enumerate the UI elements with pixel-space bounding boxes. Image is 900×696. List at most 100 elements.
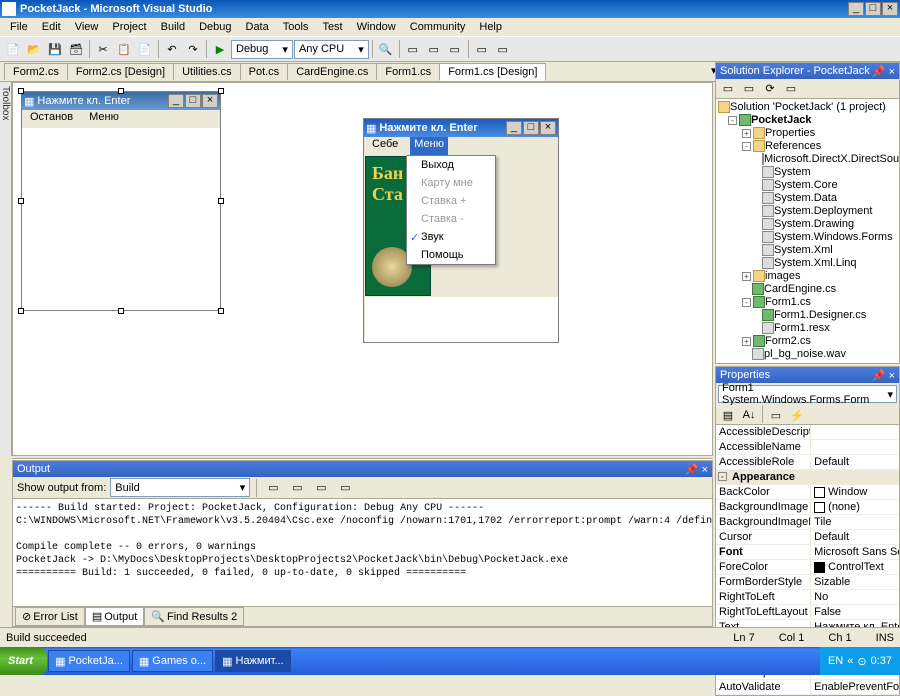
open-button[interactable]: 📂 bbox=[24, 39, 44, 59]
images-node[interactable]: +images bbox=[718, 270, 897, 283]
menu-data[interactable]: Data bbox=[240, 20, 275, 34]
form1-client[interactable] bbox=[22, 128, 220, 310]
restore-button[interactable]: □ bbox=[865, 2, 881, 16]
ref-item[interactable]: System.Windows.Forms bbox=[718, 231, 897, 244]
output-btn-4[interactable]: ▭ bbox=[335, 478, 355, 498]
tb-btn-1[interactable]: ▭ bbox=[403, 39, 423, 59]
platform-dropdown[interactable]: Any CPU▾ bbox=[294, 40, 369, 59]
ref-item[interactable]: System bbox=[718, 166, 897, 179]
tab-form1-design[interactable]: Form1.cs [Design] bbox=[439, 63, 546, 81]
popup-card[interactable]: Карту мне bbox=[407, 174, 495, 192]
menu-debug[interactable]: Debug bbox=[193, 20, 237, 34]
form1-menustrip[interactable]: Останов Меню bbox=[22, 110, 220, 128]
collapse-icon[interactable]: - bbox=[718, 472, 727, 481]
expand-icon[interactable]: + bbox=[742, 337, 751, 346]
references-node[interactable]: -References bbox=[718, 140, 897, 153]
resize-handle[interactable] bbox=[218, 88, 224, 94]
popup-exit[interactable]: Выход bbox=[407, 156, 495, 174]
prop-row[interactable]: BackgroundImageLTile bbox=[716, 515, 899, 530]
form1-menu-ostanov[interactable]: Останов bbox=[26, 110, 77, 128]
config-dropdown[interactable]: Debug▾ bbox=[231, 40, 293, 59]
designer-surface[interactable]: ▦ Нажмите кл. Enter _ □ × Останов Меню ▦ bbox=[12, 82, 713, 456]
output-text[interactable]: ------ Build started: Project: PocketJac… bbox=[13, 499, 712, 606]
prop-row[interactable]: BackColorWindow bbox=[716, 485, 899, 500]
prop-row[interactable]: FontMicrosoft Sans Serif; bbox=[716, 545, 899, 560]
menu-project[interactable]: Project bbox=[106, 20, 152, 34]
toolbox-panel[interactable]: Toolbox bbox=[0, 82, 12, 456]
sol-refresh-button[interactable]: ⟳ bbox=[760, 79, 780, 99]
prop-row[interactable]: RightToLeftLayoutFalse bbox=[716, 605, 899, 620]
copy-button[interactable]: 📋 bbox=[114, 39, 134, 59]
prop-category-appearance[interactable]: -Appearance bbox=[716, 470, 899, 485]
collapse-icon[interactable]: - bbox=[728, 116, 737, 125]
tray-icon[interactable]: « bbox=[847, 655, 853, 667]
menu-view[interactable]: View bbox=[69, 20, 105, 34]
tb-btn-3[interactable]: ▭ bbox=[445, 39, 465, 59]
file-form1-resx[interactable]: Form1.resx bbox=[718, 322, 897, 335]
taskbar-item[interactable]: ▦PocketJa... bbox=[48, 650, 130, 672]
resize-handle[interactable] bbox=[218, 308, 224, 314]
pin-icon[interactable]: 📌 × bbox=[872, 369, 895, 382]
undo-button[interactable]: ↶ bbox=[162, 39, 182, 59]
solution-root[interactable]: Solution 'PocketJack' (1 project) bbox=[718, 101, 897, 114]
find-button[interactable]: 🔍 bbox=[376, 39, 396, 59]
properties-object-dropdown[interactable]: Form1 System.Windows.Forms.Form▾ bbox=[718, 385, 897, 403]
tab-pot[interactable]: Pot.cs bbox=[240, 63, 289, 80]
collapse-icon[interactable]: - bbox=[742, 142, 751, 151]
tb-btn-5[interactable]: ▭ bbox=[493, 39, 513, 59]
prop-row[interactable]: AccessibleDescript bbox=[716, 425, 899, 440]
popup-bet-minus[interactable]: Ставка - bbox=[407, 210, 495, 228]
prop-row[interactable]: AutoValidateEnablePreventFocus( bbox=[716, 680, 899, 695]
prop-row[interactable]: RightToLeftNo bbox=[716, 590, 899, 605]
prop-row[interactable]: AccessibleRoleDefault bbox=[716, 455, 899, 470]
resize-handle[interactable] bbox=[118, 88, 124, 94]
tray-icon-2[interactable]: ⊙ bbox=[857, 655, 866, 668]
prop-row[interactable]: ForeColorControlText bbox=[716, 560, 899, 575]
tab-form1-cs[interactable]: Form1.cs bbox=[376, 63, 440, 80]
form2-menu-sebe[interactable]: Себе bbox=[368, 137, 402, 155]
file-cardengine[interactable]: CardEngine.cs bbox=[718, 283, 897, 296]
resize-handle[interactable] bbox=[18, 88, 24, 94]
tab-output[interactable]: ▤Output bbox=[85, 607, 144, 626]
tab-utilities[interactable]: Utilities.cs bbox=[173, 63, 241, 80]
tab-form2-cs[interactable]: Form2.cs bbox=[4, 63, 68, 80]
resize-handle[interactable] bbox=[18, 198, 24, 204]
design-form-1[interactable]: ▦ Нажмите кл. Enter _ □ × Останов Меню bbox=[21, 91, 221, 311]
project-node[interactable]: -PocketJack bbox=[718, 114, 897, 127]
file-form1[interactable]: -Form1.cs bbox=[718, 296, 897, 309]
ref-item[interactable]: Microsoft.DirectX.DirectSound bbox=[718, 153, 897, 166]
sol-btn-4[interactable]: ▭ bbox=[781, 79, 801, 99]
design-form-2[interactable]: ▦ Нажмите кл. Enter _ □ × Себе Меню Бан … bbox=[363, 118, 559, 343]
taskbar-item[interactable]: ▦Games o... bbox=[132, 650, 213, 672]
save-button[interactable]: 💾 bbox=[45, 39, 65, 59]
prop-row[interactable]: CursorDefault bbox=[716, 530, 899, 545]
popup-bet-plus[interactable]: Ставка + bbox=[407, 192, 495, 210]
resize-handle[interactable] bbox=[118, 308, 124, 314]
menu-test[interactable]: Test bbox=[316, 20, 348, 34]
output-source-dropdown[interactable]: Build▾ bbox=[110, 478, 250, 497]
file-wav[interactable]: pl_bg_noise.wav bbox=[718, 348, 897, 361]
ref-item[interactable]: System.Xml bbox=[718, 244, 897, 257]
popup-help[interactable]: Помощь bbox=[407, 246, 495, 264]
redo-button[interactable]: ↷ bbox=[183, 39, 203, 59]
resize-handle[interactable] bbox=[218, 198, 224, 204]
tab-error-list[interactable]: ⊘Error List bbox=[15, 607, 85, 626]
tb-btn-4[interactable]: ▭ bbox=[472, 39, 492, 59]
prop-row[interactable]: BackgroundImage(none) bbox=[716, 500, 899, 515]
system-tray[interactable]: EN « ⊙ 0:37 bbox=[820, 647, 900, 675]
properties-node[interactable]: +Properties bbox=[718, 127, 897, 140]
menu-edit[interactable]: Edit bbox=[36, 20, 67, 34]
output-btn-1[interactable]: ▭ bbox=[263, 478, 283, 498]
menu-build[interactable]: Build bbox=[155, 20, 191, 34]
tb-btn-2[interactable]: ▭ bbox=[424, 39, 444, 59]
new-project-button[interactable]: 📄 bbox=[3, 39, 23, 59]
menu-tools[interactable]: Tools bbox=[277, 20, 315, 34]
events-button[interactable]: ⚡ bbox=[787, 405, 807, 425]
lang-indicator[interactable]: EN bbox=[828, 655, 843, 667]
alphabetical-button[interactable]: A↓ bbox=[739, 405, 759, 425]
popup-sound[interactable]: Звук bbox=[407, 228, 495, 246]
ref-item[interactable]: System.Drawing bbox=[718, 218, 897, 231]
menu-community[interactable]: Community bbox=[404, 20, 472, 34]
output-btn-3[interactable]: ▭ bbox=[311, 478, 331, 498]
tab-form2-design[interactable]: Form2.cs [Design] bbox=[67, 63, 174, 80]
